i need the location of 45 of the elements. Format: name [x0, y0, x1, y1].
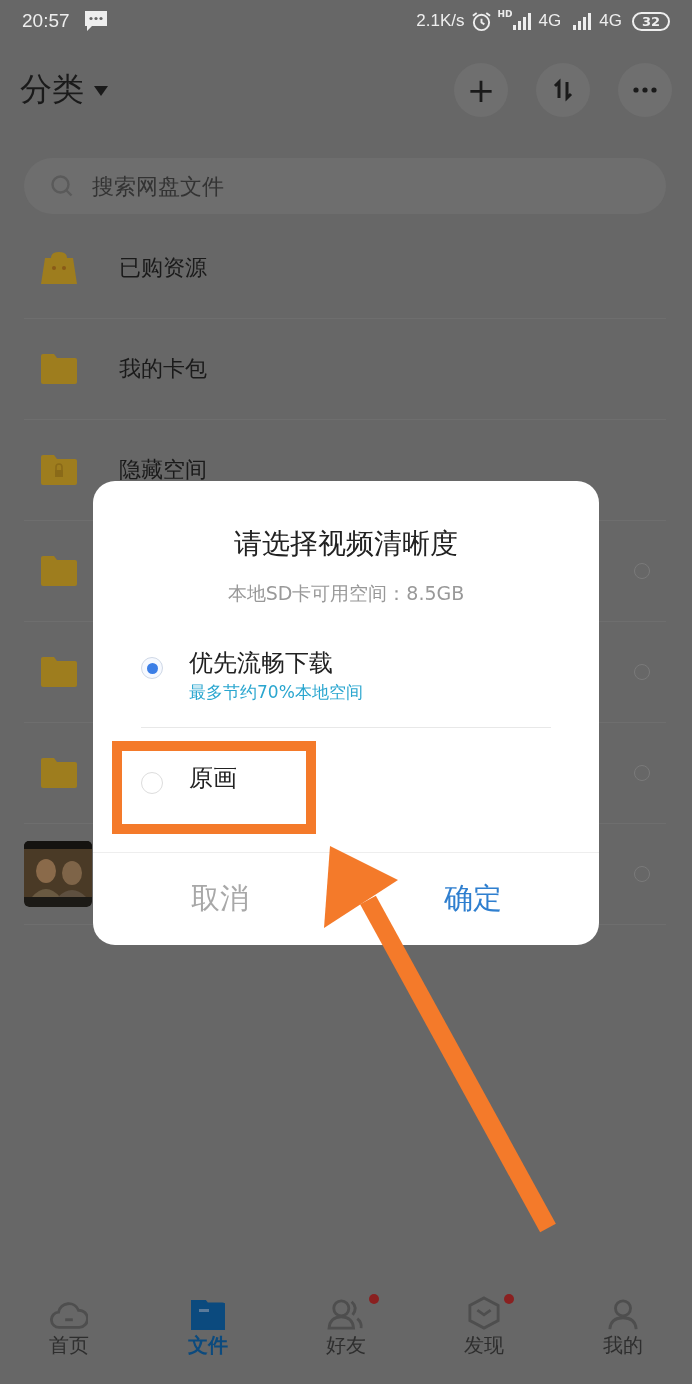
confirm-button[interactable]: 确定 [435, 873, 510, 925]
folder-icon [41, 758, 77, 788]
file-name[interactable]: 我的卡包 [119, 354, 207, 384]
radio-button[interactable] [141, 657, 163, 679]
category-title[interactable]: 分类 [20, 68, 84, 112]
nav-tab[interactable]: 好友 [276, 1292, 416, 1359]
nav-tab[interactable]: 首页 [0, 1292, 139, 1359]
hd-label: HD [497, 9, 513, 19]
folder-icon [41, 657, 77, 687]
network-speed: 2.1K/s [416, 11, 465, 31]
folder-icon [190, 1300, 225, 1330]
option-label[interactable]: 优先流畅下载 [189, 647, 363, 679]
network-type: 4G [599, 11, 622, 31]
people-icon [327, 1298, 365, 1330]
cancel-button[interactable]: 取消 [182, 873, 257, 925]
folder-icon [41, 556, 77, 586]
dialog-title: 请选择视频清晰度 [234, 526, 458, 562]
nav-tab[interactable]: 发现 [415, 1292, 554, 1359]
battery-indicator: 32 [631, 11, 670, 31]
nav-tab[interactable]: 我的 [553, 1292, 692, 1359]
sort-icon [551, 78, 575, 102]
signal-icon [512, 12, 533, 30]
message-icon [83, 10, 108, 32]
notification-dot [504, 1294, 515, 1304]
cube-icon [468, 1296, 501, 1330]
option-label[interactable]: 原画 [189, 762, 237, 794]
add-button[interactable]: + [454, 63, 508, 117]
option-hint: 最多节约70%本地空间 [189, 681, 363, 704]
signal-icon [573, 12, 594, 30]
bag-icon [41, 252, 77, 284]
dialog-subtitle: 本地SD卡可用空间：8.5GB [227, 581, 465, 606]
more-icon [632, 87, 658, 93]
folder-icon [41, 354, 77, 384]
notification-dot [369, 1294, 379, 1304]
locked-folder-icon [41, 455, 77, 485]
caret-icon[interactable] [94, 86, 108, 96]
network-type: 4G [538, 11, 562, 31]
person-icon [606, 1298, 639, 1330]
cloud-icon [50, 1300, 89, 1330]
file-name[interactable]: 已购资源 [119, 253, 207, 283]
alarm-icon [470, 10, 492, 32]
status-time: 20:57 [22, 10, 70, 32]
search-field[interactable]: 搜索网盘文件 [24, 158, 666, 214]
file-name[interactable]: 隐藏空间 [119, 455, 207, 485]
nav-tab[interactable]: 文件 [138, 1292, 277, 1359]
